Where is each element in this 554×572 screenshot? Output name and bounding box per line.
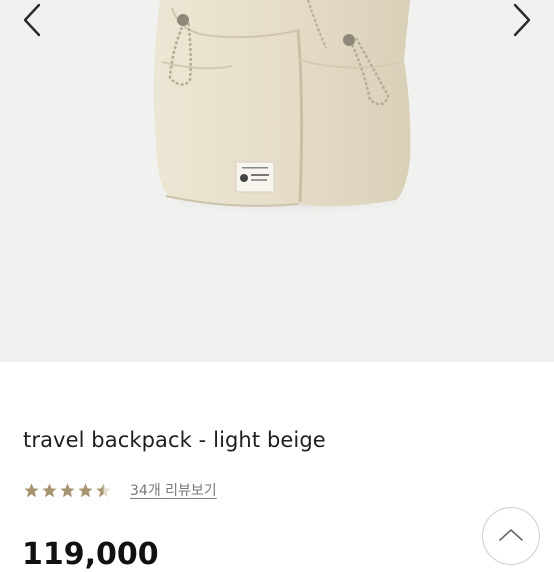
product-price: 119,000 (22, 537, 159, 572)
star-icon (24, 482, 39, 497)
chevron-up-icon (499, 529, 523, 541)
chevron-right-icon (513, 3, 531, 37)
product-image-gallery[interactable] (0, 0, 554, 362)
product-title: travel backpack - light beige (23, 428, 326, 452)
half-star-icon (96, 482, 111, 497)
star-icon (42, 482, 57, 497)
star-icon (78, 482, 93, 497)
review-count-link[interactable]: 34개 리뷰보기 (130, 480, 217, 500)
next-image-button[interactable] (502, 0, 542, 40)
chevron-left-icon (23, 3, 41, 37)
star-icon (60, 482, 75, 497)
product-rating: 34개 리뷰보기 (23, 480, 217, 500)
previous-image-button[interactable] (12, 0, 52, 40)
scroll-to-top-button[interactable] (482, 507, 540, 565)
product-photo (130, 0, 450, 218)
star-rating (23, 482, 112, 499)
